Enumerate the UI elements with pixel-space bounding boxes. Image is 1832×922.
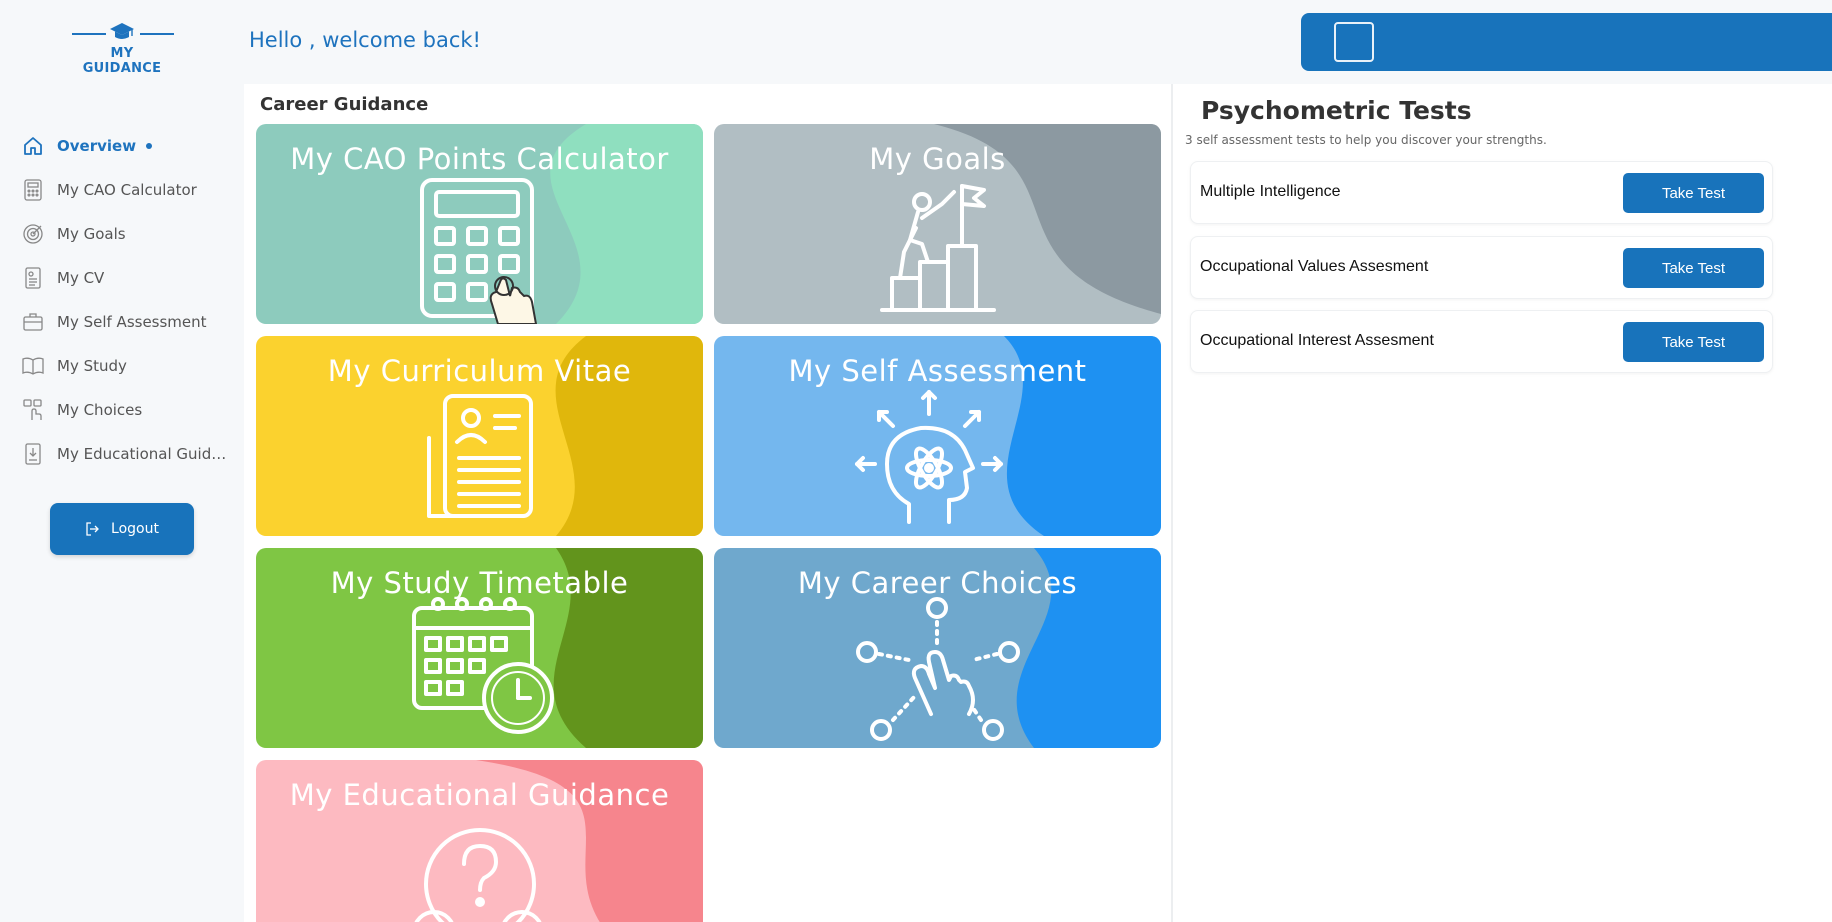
sidebar-item-label: My Choices <box>57 401 143 419</box>
card-goals[interactable]: My Goals <box>714 124 1161 324</box>
card-educational-guidance[interactable]: My Educational Guidance <box>256 760 703 922</box>
brand-logo[interactable]: MY GUIDANCE <box>70 22 174 76</box>
cv-document-icon <box>426 394 533 518</box>
logout-button[interactable]: Logout <box>50 503 194 555</box>
card-title: My Curriculum Vitae <box>327 354 632 388</box>
take-test-button[interactable]: Take Test <box>1623 248 1764 288</box>
card-title: My Self Assessment <box>788 354 1087 388</box>
book-icon <box>22 355 44 377</box>
calculator-icon <box>22 179 44 201</box>
card-title: My Career Choices <box>797 566 1078 600</box>
active-indicator-dot <box>146 143 153 149</box>
sidebar-item-educational-guidance[interactable]: My Educational Guidan... <box>22 432 232 476</box>
sidebar-item-choices[interactable]: My Choices <box>22 388 232 432</box>
section-title: Career Guidance <box>260 94 429 115</box>
test-name: Occupational Interest Assesment <box>1200 332 1434 349</box>
welcome-greeting: Hello , welcome back! <box>249 28 481 52</box>
logout-icon <box>86 522 99 536</box>
sidebar-item-label: My Study <box>57 357 127 375</box>
briefcase-icon <box>22 311 44 333</box>
card-title: My Goals <box>869 142 1006 176</box>
test-row: Occupational Values Assesment Take Test <box>1190 236 1773 299</box>
logo-line-left <box>72 33 106 35</box>
goal-flag-icon <box>879 184 996 312</box>
test-name: Multiple Intelligence <box>1200 183 1341 200</box>
test-row: Multiple Intelligence Take Test <box>1190 161 1773 224</box>
sidebar-item-label: Overview <box>57 137 137 155</box>
sidebar-item-label: My CAO Calculator <box>57 181 197 199</box>
sidebar-item-cao-calculator[interactable]: My CAO Calculator <box>22 168 232 212</box>
sidebar-item-cv[interactable]: My CV <box>22 256 232 300</box>
take-test-button[interactable]: Take Test <box>1623 173 1764 213</box>
home-icon <box>22 135 44 157</box>
sidebar-item-label: My CV <box>57 269 105 287</box>
logout-label: Logout <box>111 521 159 537</box>
card-cao-points-calculator[interactable]: My CAO Points Calculator <box>256 124 703 324</box>
card-study-timetable[interactable]: My Study Timetable <box>256 548 703 748</box>
psychometric-subtitle: 3 self assessment tests to help you disc… <box>1185 133 1547 147</box>
education-doc-icon <box>22 443 44 465</box>
sidebar-item-self-assessment[interactable]: My Self Assessment <box>22 300 232 344</box>
test-name: Occupational Values Assesment <box>1200 258 1429 275</box>
calculator-icon <box>419 178 537 324</box>
psychometric-title: Psychometric Tests <box>1201 96 1472 125</box>
calendar-clock-icon <box>411 597 554 734</box>
target-icon <box>22 223 44 245</box>
top-banner <box>1301 13 1832 71</box>
card-self-assessment[interactable]: My Self Assessment <box>714 336 1161 536</box>
sidebar-item-label: My Goals <box>57 225 126 243</box>
brand-name: MY GUIDANCE <box>82 46 162 76</box>
sidebar-nav: Overview My CAO Calculator My Goals My C… <box>22 124 232 476</box>
avatar[interactable] <box>1334 22 1374 62</box>
test-row: Occupational Interest Assesment Take Tes… <box>1190 310 1773 373</box>
logo-line-right <box>140 33 174 35</box>
card-curriculum-vitae[interactable]: My Curriculum Vitae <box>256 336 703 536</box>
cv-document-icon <box>22 267 44 289</box>
brain-atom-icon <box>854 390 1003 524</box>
sidebar-item-label: My Educational Guidan... <box>57 445 232 463</box>
card-career-choices[interactable]: My Career Choices <box>714 548 1161 748</box>
sidebar-item-study[interactable]: My Study <box>22 344 232 388</box>
sidebar-item-label: My Self Assessment <box>57 313 207 331</box>
take-test-button[interactable]: Take Test <box>1623 322 1764 362</box>
card-title: My CAO Points Calculator <box>290 142 669 176</box>
graduation-cap-icon <box>110 23 134 39</box>
sidebar-item-overview[interactable]: Overview <box>22 124 232 168</box>
question-head-icon <box>413 828 542 922</box>
sidebar-item-goals[interactable]: My Goals <box>22 212 232 256</box>
card-title: My Educational Guidance <box>289 778 670 812</box>
hand-choice-icon <box>22 399 44 421</box>
hand-choice-icon <box>855 597 1020 741</box>
